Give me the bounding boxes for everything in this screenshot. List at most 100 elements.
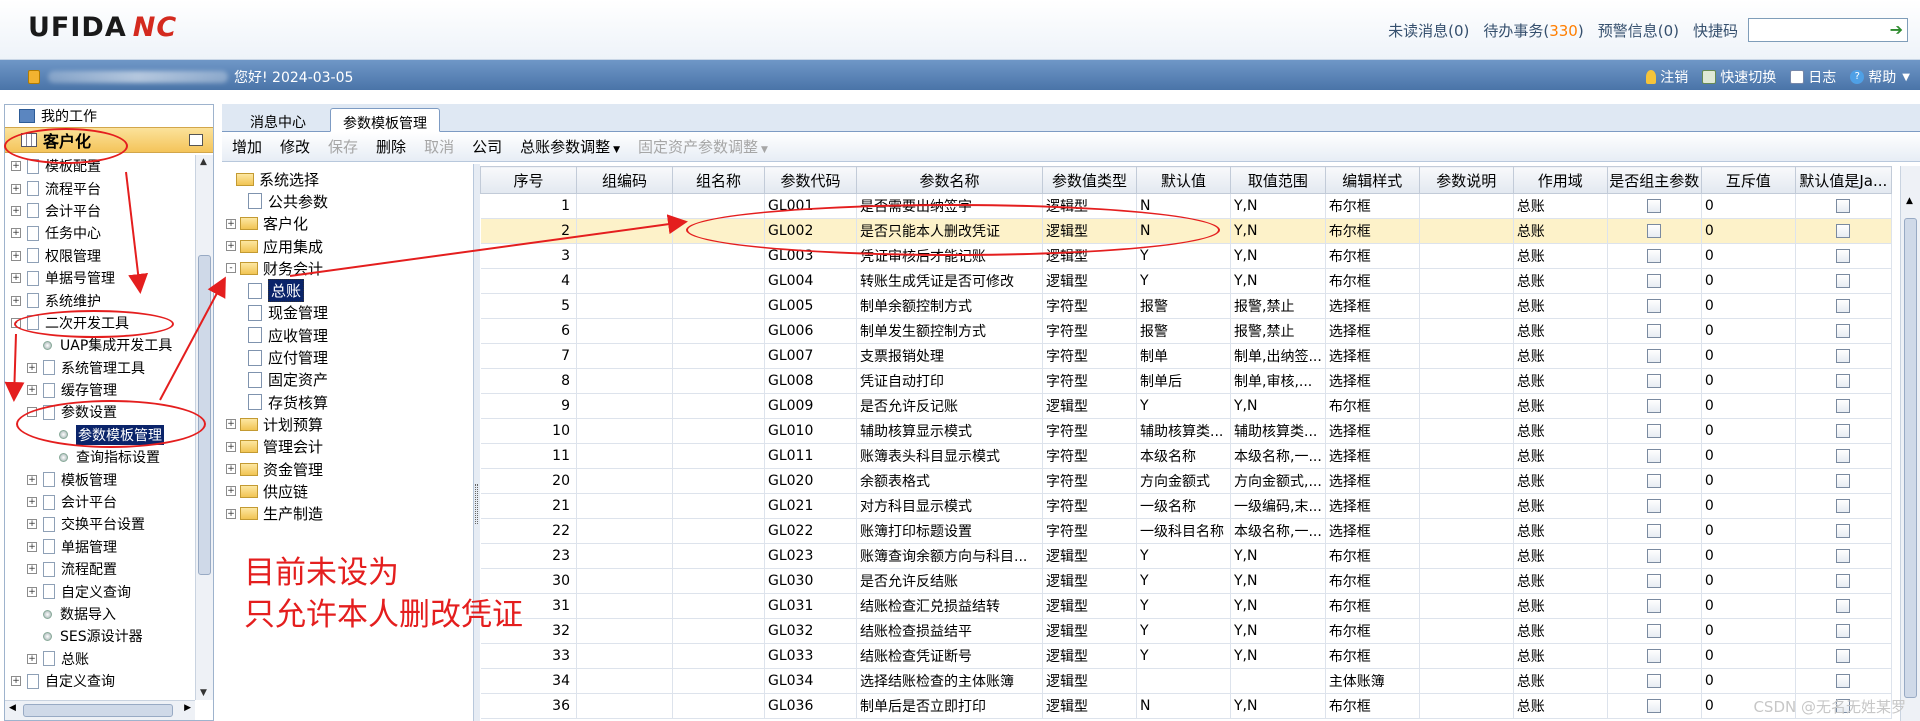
table-cell[interactable]: 总账 <box>1513 668 1608 694</box>
table-cell[interactable]: 总账 <box>1513 618 1608 644</box>
table-cell[interactable]: GL010 <box>764 418 857 444</box>
table-cell[interactable] <box>1419 193 1514 219</box>
checkbox-cell[interactable] <box>1607 368 1702 394</box>
table-cell[interactable]: 布尔框 <box>1325 693 1420 719</box>
checkbox[interactable] <box>1647 649 1662 663</box>
table-row[interactable]: 9 GL009 是否允许反记账 逻辑型 Y Y,N 布尔框 总账 0 <box>480 393 1892 419</box>
system-tree-item[interactable]: 公共参数 <box>222 190 473 212</box>
table-cell[interactable]: 凭证自动打印 <box>856 368 1043 394</box>
table-cell[interactable] <box>576 518 673 544</box>
table-cell[interactable]: 字符型 <box>1042 493 1137 519</box>
checkbox-cell[interactable] <box>1607 318 1702 344</box>
checkbox[interactable] <box>1647 574 1662 588</box>
table-cell[interactable]: 0 <box>1701 393 1796 419</box>
expand-icon[interactable]: + <box>27 385 37 396</box>
table-cell[interactable]: Y,N <box>1230 643 1326 669</box>
checkbox-cell[interactable] <box>1795 643 1892 669</box>
table-cell[interactable]: 字符型 <box>1042 518 1137 544</box>
table-cell[interactable]: 转账生成凭证是否可修改 <box>856 268 1043 294</box>
table-cell[interactable] <box>672 693 765 719</box>
left-tree-item[interactable]: + 自定义查询 <box>5 580 195 602</box>
column-header[interactable]: 默认值是Ja... <box>1794 166 1892 194</box>
checkbox[interactable] <box>1836 399 1851 413</box>
table-cell[interactable]: 总账 <box>1513 643 1608 669</box>
table-cell[interactable]: 报警,禁止 <box>1230 293 1326 319</box>
table-cell[interactable] <box>672 293 765 319</box>
log-button[interactable]: 日志 <box>1790 67 1836 87</box>
checkbox-cell[interactable] <box>1607 668 1702 694</box>
checkbox[interactable] <box>1836 449 1851 463</box>
customization-section-header[interactable]: 客户化 <box>5 127 213 153</box>
table-cell[interactable]: 逻辑型 <box>1042 543 1137 569</box>
table-cell[interactable]: 总账 <box>1513 443 1608 469</box>
table-cell[interactable]: 5 <box>480 293 577 319</box>
table-cell[interactable] <box>672 218 765 244</box>
table-cell[interactable]: 逻辑型 <box>1042 568 1137 594</box>
grid-scroll-up-icon[interactable]: ▲ <box>1906 196 1913 206</box>
table-cell[interactable]: 0 <box>1701 468 1796 494</box>
table-cell[interactable]: GL004 <box>764 268 857 294</box>
h-scroll-thumb[interactable] <box>23 704 173 717</box>
checkbox[interactable] <box>1836 374 1851 388</box>
table-cell[interactable] <box>672 193 765 219</box>
checkbox-cell[interactable] <box>1607 343 1702 369</box>
table-cell[interactable] <box>576 618 673 644</box>
table-cell[interactable]: Y,N <box>1230 593 1326 619</box>
table-cell[interactable]: 0 <box>1701 318 1796 344</box>
table-cell[interactable]: 0 <box>1701 518 1796 544</box>
left-tree-item[interactable]: 参数模板管理 <box>5 424 195 446</box>
table-cell[interactable]: 1 <box>480 193 577 219</box>
expand-icon[interactable]: + <box>27 519 37 530</box>
column-header[interactable]: 参数说明 <box>1418 166 1514 194</box>
expand-icon[interactable]: + <box>226 419 236 430</box>
checkbox[interactable] <box>1647 249 1662 263</box>
table-cell[interactable]: 布尔框 <box>1325 618 1420 644</box>
table-row[interactable]: 32 GL032 结账检查损益结平 逻辑型 Y Y,N 布尔框 总账 0 <box>480 618 1892 644</box>
table-cell[interactable]: 逻辑型 <box>1042 218 1137 244</box>
table-cell[interactable]: 是否允许反结账 <box>856 568 1043 594</box>
checkbox-cell[interactable] <box>1795 593 1892 619</box>
checkbox[interactable] <box>1647 674 1662 688</box>
table-cell[interactable]: GL007 <box>764 343 857 369</box>
checkbox-cell[interactable] <box>1795 268 1892 294</box>
checkbox-cell[interactable] <box>1795 293 1892 319</box>
table-cell[interactable]: 选择框 <box>1325 493 1420 519</box>
table-cell[interactable]: Y,N <box>1230 543 1326 569</box>
table-cell[interactable]: 0 <box>1701 243 1796 269</box>
toolbar-button[interactable]: 增加 <box>232 136 262 157</box>
scroll-right-icon[interactable]: ▶ <box>184 703 191 713</box>
column-header[interactable]: 参数代码 <box>764 166 857 194</box>
table-cell[interactable]: 布尔框 <box>1325 643 1420 669</box>
table-row[interactable]: 7 GL007 支票报销处理 字符型 制单 制单,出纳签... 选择框 总账 0 <box>480 343 1892 369</box>
checkbox-cell[interactable] <box>1607 593 1702 619</box>
table-cell[interactable]: GL036 <box>764 693 857 719</box>
checkbox[interactable] <box>1647 549 1662 563</box>
checkbox[interactable] <box>1647 524 1662 538</box>
expand-icon[interactable]: + <box>11 295 21 306</box>
table-cell[interactable]: GL022 <box>764 518 857 544</box>
table-cell[interactable]: 0 <box>1701 568 1796 594</box>
table-cell[interactable] <box>1419 418 1514 444</box>
column-header[interactable]: 编辑样式 <box>1324 166 1420 194</box>
table-cell[interactable]: Y <box>1136 568 1231 594</box>
table-cell[interactable] <box>576 443 673 469</box>
table-cell[interactable]: 辅助核算类... <box>1230 418 1326 444</box>
checkbox[interactable] <box>1836 549 1851 563</box>
expand-icon[interactable]: + <box>27 474 37 485</box>
table-cell[interactable]: 逻辑型 <box>1042 268 1137 294</box>
checkbox-cell[interactable] <box>1795 318 1892 344</box>
table-cell[interactable]: 制单 <box>1136 343 1231 369</box>
table-cell[interactable]: 凭证审核后才能记账 <box>856 243 1043 269</box>
table-row[interactable]: 3 GL003 凭证审核后才能记账 逻辑型 Y Y,N 布尔框 总账 0 <box>480 243 1892 269</box>
system-tree-item[interactable]: + 计划预算 <box>222 413 473 435</box>
checkbox[interactable] <box>1647 299 1662 313</box>
table-cell[interactable] <box>672 418 765 444</box>
checkbox-cell[interactable] <box>1795 568 1892 594</box>
table-cell[interactable]: 36 <box>480 693 577 719</box>
unread-messages-link[interactable]: 未读消息(0) <box>1388 20 1469 41</box>
system-tree-item[interactable]: - 财务会计 <box>222 257 473 279</box>
table-row[interactable]: 36 GL036 制单后是否立即打印 逻辑型 N Y,N 布尔框 总账 0 <box>480 693 1892 719</box>
table-cell[interactable]: 7 <box>480 343 577 369</box>
left-tree-item[interactable]: 查询指标设置 <box>5 446 195 468</box>
table-cell[interactable]: 0 <box>1701 268 1796 294</box>
